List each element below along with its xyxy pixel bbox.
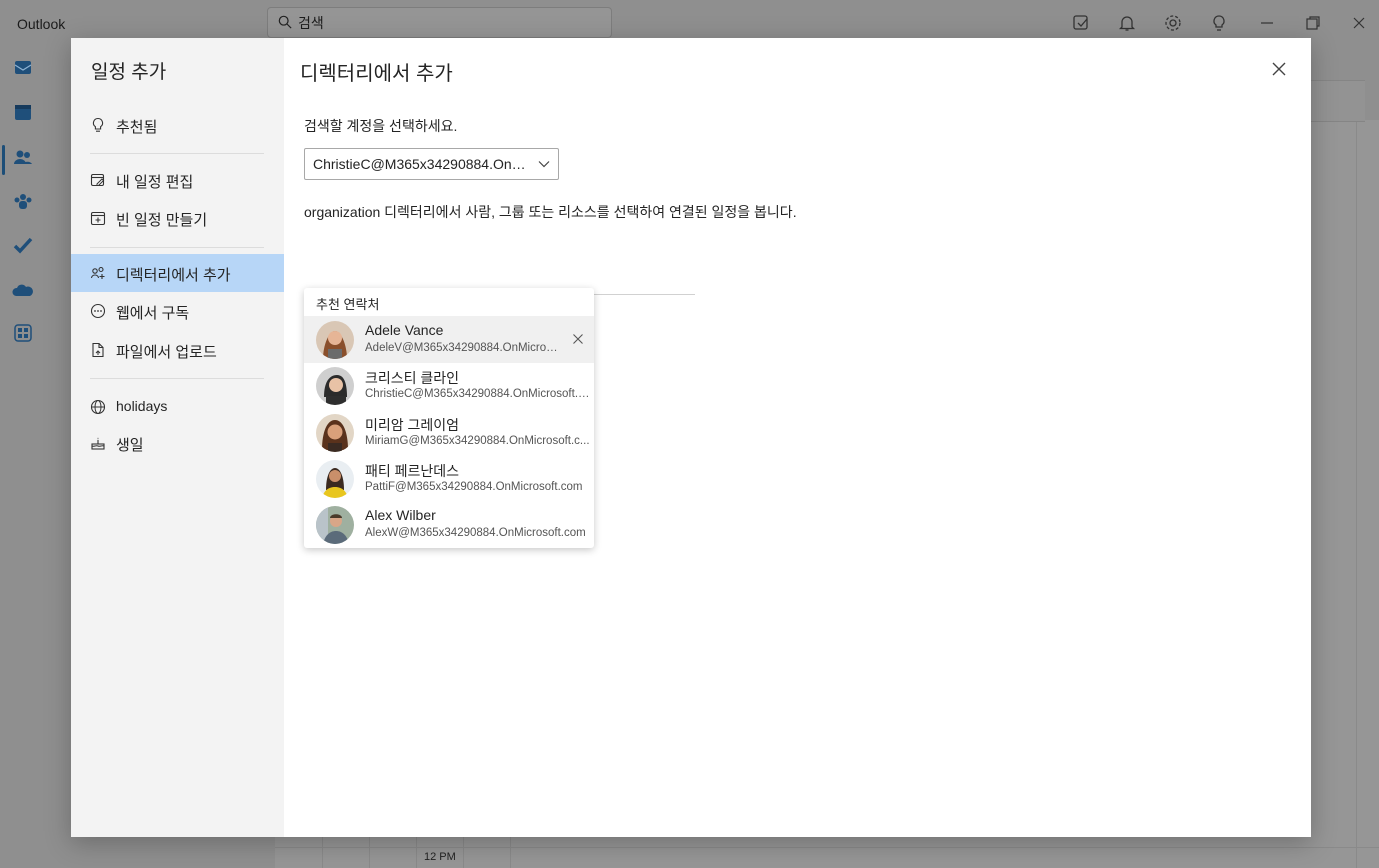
people-icon[interactable] [12, 146, 34, 168]
contact-email: AlexW@M365x34290884.OnMicrosoft.com [365, 527, 586, 539]
directory-description: organization 디렉터리에서 사람, 그룹 또는 리소스를 선택하여 … [304, 204, 797, 220]
nav-item-edit-calendars[interactable]: 내 일정 편집 [71, 161, 284, 199]
suggested-contacts-dropdown: 추천 연락처 Adele Vance AdeleV@M365x34290884.… [304, 288, 594, 548]
nav-item-birthdays[interactable]: 생일 [71, 424, 284, 462]
nav-divider [90, 153, 264, 154]
contact-name: 미리암 그레이엄 [365, 417, 460, 433]
avatar [316, 506, 354, 544]
add-calendar-dialog: 일정 추가 추천됨 내 일정 편집 빈 일정 만들기 디렉터리에서 추가 웹에서… [71, 38, 1311, 837]
lightbulb-icon [92, 117, 104, 132]
nav-item-suggested[interactable]: 추천됨 [71, 106, 284, 144]
close-icon[interactable] [1270, 60, 1288, 78]
app-rail [0, 48, 46, 868]
avatar [316, 414, 354, 452]
upload-file-icon [92, 342, 104, 358]
people-add-icon [90, 266, 105, 279]
contact-item[interactable]: Alex Wilber AlexW@M365x34290884.OnMicros… [304, 501, 594, 548]
avatar [316, 367, 354, 405]
nav-item-upload-file[interactable]: 파일에서 업로드 [71, 331, 284, 369]
contact-name: 패티 페르난데스 [365, 463, 460, 479]
search-placeholder: 검색 [298, 15, 324, 31]
nav-item-label: 생일 [116, 437, 144, 454]
calendar-icon[interactable] [12, 101, 34, 123]
contact-item[interactable]: 크리스티 클라인 ChristieC@M365x34290884.OnMicro… [304, 362, 594, 409]
contact-email: AdeleV@M365x34290884.OnMicros... [365, 342, 560, 354]
globe-icon [90, 399, 106, 415]
nav-divider [90, 247, 264, 248]
edit-calendar-icon [90, 173, 105, 187]
app-title: Outlook [17, 16, 66, 32]
nav-item-label: 추천됨 [116, 119, 158, 136]
contact-name: Adele Vance [365, 322, 444, 338]
suggested-contacts-heading: 추천 연락처 [316, 297, 380, 312]
nav-item-add-from-directory[interactable]: 디렉터리에서 추가 [71, 254, 284, 292]
close-window-icon[interactable] [1350, 14, 1368, 32]
account-dropdown[interactable]: ChristieC@M365x34290884.OnMic... [304, 148, 559, 180]
contact-item[interactable]: 패티 페르난데스 PattiF@M365x34290884.OnMicrosof… [304, 455, 594, 502]
gear-icon[interactable] [1164, 14, 1182, 32]
avatar [316, 460, 354, 498]
search-box[interactable]: 검색 [267, 7, 612, 38]
chevron-down-icon [538, 161, 550, 168]
mail-icon[interactable] [12, 56, 34, 78]
contact-item[interactable]: 미리암 그레이엄 MiriamG@M365x34290884.OnMicroso… [304, 409, 594, 456]
account-prompt: 검색할 계정을 선택하세요. [304, 118, 458, 134]
notes-icon[interactable] [1072, 14, 1090, 32]
subscribe-icon [90, 303, 106, 319]
ribbon-fragment [1310, 80, 1365, 122]
rail-selection-indicator [2, 145, 5, 175]
nav-divider [90, 378, 264, 379]
nav-item-label: 파일에서 업로드 [116, 344, 217, 361]
nav-item-label: 내 일정 편집 [116, 174, 194, 191]
onedrive-icon[interactable] [12, 280, 34, 302]
grid-line [1356, 120, 1357, 868]
dialog-nav: 일정 추가 추천됨 내 일정 편집 빈 일정 만들기 디렉터리에서 추가 웹에서… [71, 38, 284, 837]
groups-icon[interactable] [12, 190, 34, 212]
nav-item-label: 디렉터리에서 추가 [116, 267, 231, 284]
restore-icon[interactable] [1304, 14, 1322, 32]
minimize-icon[interactable] [1258, 14, 1276, 32]
apps-icon[interactable] [12, 322, 34, 344]
lightbulb-icon[interactable] [1210, 14, 1228, 32]
time-label: 12 PM [424, 851, 456, 863]
contact-email: ChristieC@M365x34290884.OnMicrosoft.c... [365, 388, 590, 400]
nav-item-subscribe-web[interactable]: 웹에서 구독 [71, 292, 284, 330]
search-icon [278, 15, 292, 29]
contact-name: 크리스티 클라인 [365, 370, 460, 386]
add-calendar-icon [90, 211, 106, 226]
todo-icon[interactable] [12, 234, 34, 256]
contact-email: PattiF@M365x34290884.OnMicrosoft.com [365, 481, 583, 493]
contact-item[interactable]: Adele Vance AdeleV@M365x34290884.OnMicro… [304, 316, 594, 363]
avatar [316, 321, 354, 359]
content-title: 디렉터리에서 추가 [300, 63, 453, 85]
nav-item-label: 웹에서 구독 [116, 305, 190, 322]
grid-line [275, 847, 1379, 848]
nav-item-blank-calendar[interactable]: 빈 일정 만들기 [71, 199, 284, 237]
cake-icon [91, 437, 105, 450]
dialog-title: 일정 추가 [91, 62, 167, 83]
bell-icon[interactable] [1118, 14, 1136, 32]
contact-email: MiriamG@M365x34290884.OnMicrosoft.c... [365, 435, 590, 447]
nav-item-label: holidays [116, 398, 168, 414]
account-dropdown-value: ChristieC@M365x34290884.OnMic... [313, 156, 533, 172]
nav-item-holidays[interactable]: holidays [71, 388, 284, 426]
remove-suggestion-icon[interactable] [572, 333, 584, 345]
contact-name: Alex Wilber [365, 507, 436, 523]
nav-item-label: 빈 일정 만들기 [116, 212, 208, 229]
